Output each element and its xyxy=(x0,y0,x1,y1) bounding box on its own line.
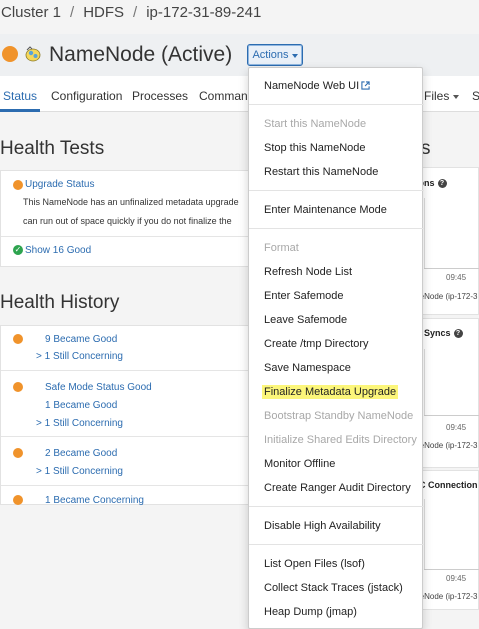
external-link-icon xyxy=(361,81,370,90)
health-history-card: 9 Became Good > 1 Still Concerning Safe … xyxy=(0,325,260,506)
upgrade-status-link[interactable]: Upgrade Status xyxy=(25,179,95,190)
chevron-down-icon xyxy=(453,94,460,99)
menu-item-save-namespace[interactable]: Save Namespace xyxy=(264,362,351,374)
time-tick-label: 09:45 xyxy=(446,574,467,583)
menu-item-enter-maintenance[interactable]: Enter Maintenance Mode xyxy=(264,204,387,216)
actions-dropdown-button[interactable]: Actions xyxy=(247,44,303,66)
menu-divider xyxy=(249,544,424,545)
tab-status-label: Status xyxy=(3,89,38,103)
menu-item-disable-high-availability[interactable]: Disable High Availability xyxy=(264,520,381,532)
check-icon: ✓ xyxy=(13,245,23,255)
menu-item-create-tmp-directory[interactable]: Create /tmp Directory xyxy=(264,338,369,350)
history-entry-detail[interactable]: > 1 Still Concerning xyxy=(36,466,123,477)
breadcrumb-host[interactable]: ip-172-31-89-241 xyxy=(146,4,261,21)
chart-title-text: Syncs xyxy=(424,328,451,338)
health-history-heading: Health History xyxy=(0,292,120,313)
help-icon[interactable]: ? xyxy=(453,329,463,339)
menu-item-finalize-metadata-upgrade[interactable]: Finalize Metadata Upgrade xyxy=(262,385,399,399)
menu-item-refresh-node-list[interactable]: Refresh Node List xyxy=(264,266,352,278)
chevron-down-icon xyxy=(291,53,298,58)
menu-item-create-ranger-audit-directory[interactable]: Create Ranger Audit Directory xyxy=(264,482,411,494)
actions-menu: NameNode Web UI Start this NameNode Stop… xyxy=(248,67,424,629)
tab-files-label: Files xyxy=(424,89,450,103)
breadcrumb-separator: / xyxy=(70,4,75,21)
health-tests-card: Upgrade Status This NameNode has an unfi… xyxy=(0,170,260,267)
warning-icon xyxy=(13,334,23,344)
menu-divider xyxy=(249,104,424,105)
menu-item-leave-safemode[interactable]: Leave Safemode xyxy=(264,314,347,326)
menu-divider xyxy=(249,190,424,191)
background-fill xyxy=(0,505,260,629)
time-tick-label: 09:45 xyxy=(446,423,467,432)
menu-item-label: NameNode Web UI xyxy=(264,80,360,92)
menu-item-format: Format xyxy=(264,242,299,254)
health-test-description-2: can run out of space quickly if you do n… xyxy=(23,216,232,226)
history-entry-title[interactable]: 2 Became Good xyxy=(45,448,117,459)
divider xyxy=(1,370,259,371)
menu-divider xyxy=(249,228,424,229)
divider xyxy=(1,236,259,237)
tab-status[interactable]: Status xyxy=(3,89,37,103)
active-tab-indicator xyxy=(0,109,40,112)
menu-item-initialize-shared-edits: Initialize Shared Edits Directory xyxy=(264,434,417,446)
tab-configuration[interactable]: Configuration xyxy=(51,89,122,103)
page-title: NameNode (Active) xyxy=(49,43,233,66)
time-tick-label: 09:45 xyxy=(446,273,467,282)
help-icon[interactable]: ? xyxy=(437,179,447,189)
history-entry-title[interactable]: Safe Mode Status Good xyxy=(45,382,152,393)
menu-item-bootstrap-standby: Bootstrap Standby NameNode xyxy=(264,410,414,422)
tab-files[interactable]: Files xyxy=(424,89,460,103)
menu-item-enter-safemode[interactable]: Enter Safemode xyxy=(264,290,344,302)
chart-axis xyxy=(424,415,479,416)
history-entry-title[interactable]: 9 Became Good xyxy=(45,334,117,345)
tab-more[interactable]: S xyxy=(472,89,479,103)
divider xyxy=(1,485,259,486)
tab-processes[interactable]: Processes xyxy=(132,89,188,103)
health-tests-heading: Health Tests xyxy=(0,138,105,159)
actions-label: Actions xyxy=(252,49,289,61)
menu-divider xyxy=(249,506,424,507)
menu-item-restart[interactable]: Restart this NameNode xyxy=(264,166,378,178)
warning-icon xyxy=(13,448,23,458)
history-entry-detail[interactable]: > 1 Still Concerning xyxy=(36,418,123,429)
menu-item-start: Start this NameNode xyxy=(264,118,367,130)
chart-title: Syncs? xyxy=(424,328,463,339)
menu-item-namenode-web-ui[interactable]: NameNode Web UI xyxy=(264,80,370,92)
show-good-link[interactable]: Show 16 Good xyxy=(25,245,91,256)
chart-axis xyxy=(424,569,479,570)
history-entry-subtitle[interactable]: 1 Became Good xyxy=(45,400,117,411)
chart-axis xyxy=(424,198,425,268)
menu-item-heap-dump[interactable]: Heap Dump (jmap) xyxy=(264,606,357,618)
chart-title: C Connection xyxy=(419,480,478,490)
chart-axis xyxy=(424,499,425,569)
menu-item-list-open-files[interactable]: List Open Files (lsof) xyxy=(264,558,365,570)
warning-icon xyxy=(13,495,23,505)
menu-item-collect-stack-traces[interactable]: Collect Stack Traces (jstack) xyxy=(264,582,403,594)
breadcrumb-separator: / xyxy=(133,4,138,21)
breadcrumb-cluster[interactable]: Cluster 1 xyxy=(1,4,61,21)
menu-item-monitor-offline[interactable]: Monitor Offline xyxy=(264,458,335,470)
warning-icon xyxy=(13,180,23,190)
menu-item-stop[interactable]: Stop this NameNode xyxy=(264,142,366,154)
breadcrumb: Cluster 1 / HDFS / ip-172-31-89-241 xyxy=(0,0,479,34)
divider xyxy=(1,436,259,437)
breadcrumb-service[interactable]: HDFS xyxy=(83,4,124,21)
namenode-role-icon xyxy=(25,46,41,62)
chart-axis xyxy=(424,268,479,269)
status-warning-icon xyxy=(2,46,18,62)
health-test-description: This NameNode has an unfinalized metadat… xyxy=(23,197,239,207)
warning-icon xyxy=(13,382,23,392)
chart-axis xyxy=(424,349,425,415)
history-entry-detail[interactable]: > 1 Still Concerning xyxy=(36,351,123,362)
